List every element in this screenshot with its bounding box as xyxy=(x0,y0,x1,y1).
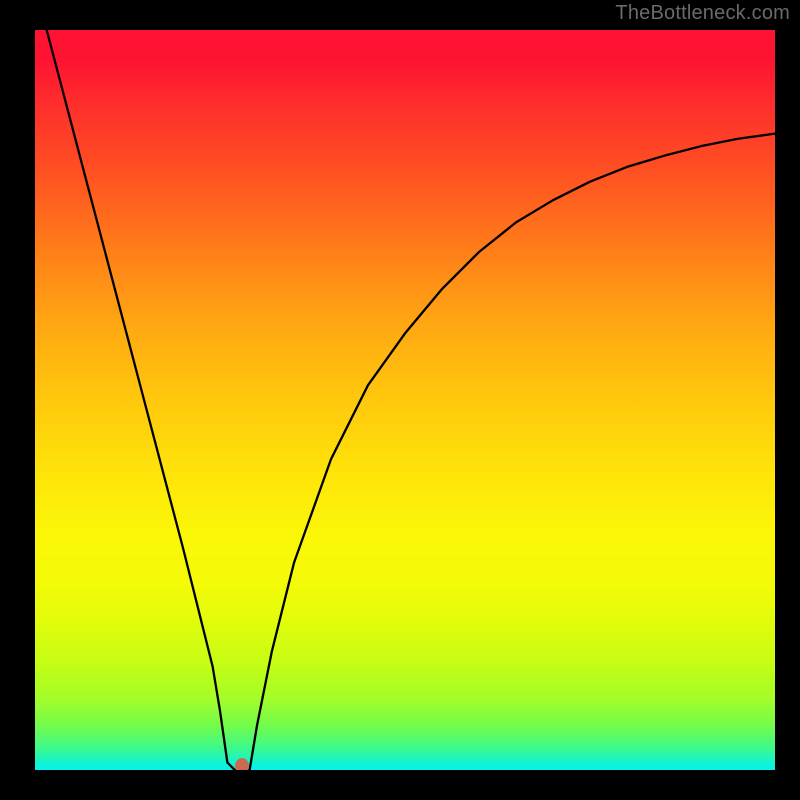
curve-layer xyxy=(35,30,775,770)
bottleneck-curve xyxy=(35,30,775,770)
plot-area xyxy=(35,30,775,770)
chart-frame: TheBottleneck.com xyxy=(0,0,800,800)
watermark-text: TheBottleneck.com xyxy=(615,2,790,25)
optimal-point-marker xyxy=(235,758,249,770)
